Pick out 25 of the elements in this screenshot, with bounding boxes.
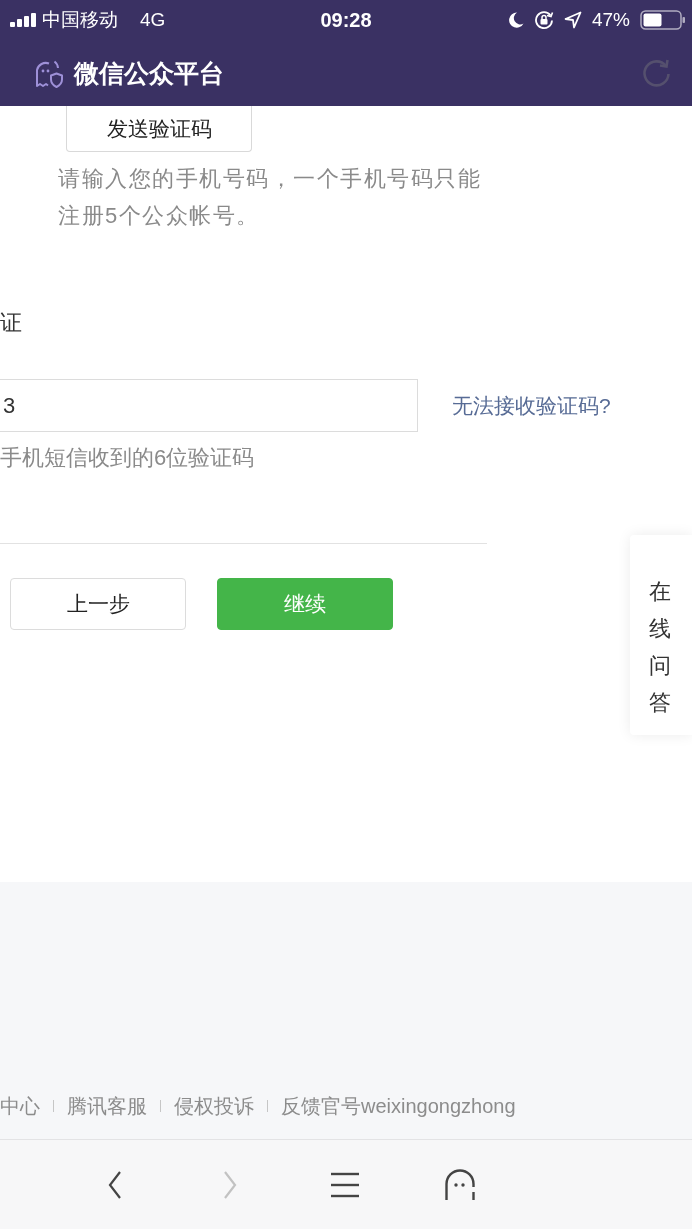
footer-link[interactable]: 中心 (0, 1093, 40, 1119)
field-label: 证 (0, 309, 23, 337)
battery-percent: 47% (591, 9, 630, 31)
send-code-button[interactable]: 发送验证码 (66, 106, 252, 152)
battery-icon (640, 10, 686, 30)
rotation-lock-icon (533, 10, 554, 30)
footer-link[interactable]: 反馈官号weixingongzhong (281, 1093, 516, 1119)
footer-link[interactable]: 侵权投诉 (174, 1093, 254, 1119)
app-title: 微信公众平台 (74, 57, 224, 89)
cannot-receive-code-link[interactable]: 无法接收验证码? (452, 391, 611, 420)
clock-time: 09:28 (320, 8, 372, 32)
phone-hint-text: 请输入您的手机号码，一个手机号码只能注册5个公众帐号。 (58, 165, 482, 230)
code-hint-text: 手机短信收到的6位验证码 (0, 444, 256, 472)
signal-icon (10, 13, 37, 27)
code-input[interactable]: 3 (0, 379, 418, 432)
moon-icon (507, 12, 524, 28)
chevron-left-icon[interactable] (107, 1169, 122, 1200)
footer-link[interactable]: 腾讯客服 (67, 1093, 147, 1119)
ghost-icon[interactable] (443, 1168, 476, 1201)
menu-icon[interactable] (330, 1171, 359, 1198)
online-qa-button[interactable]: 在线问答 (630, 535, 692, 735)
network-type: 4G (140, 9, 166, 31)
location-arrow-icon (563, 11, 582, 29)
previous-button[interactable]: 上一步 (10, 578, 186, 630)
carrier-name: 中国移动 (42, 8, 118, 32)
